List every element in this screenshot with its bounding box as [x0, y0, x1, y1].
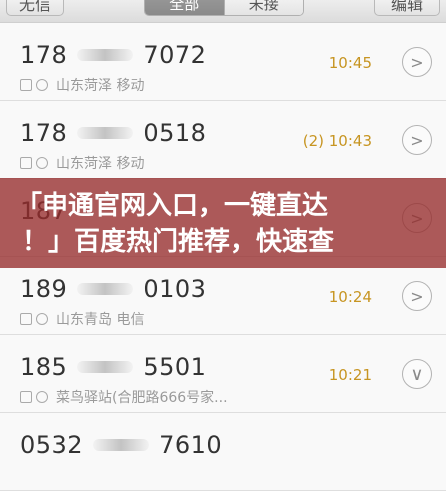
phone-number: 0532 7610	[20, 431, 222, 459]
phone-number: 178 0518	[20, 119, 206, 147]
phone-number: 189 0103	[20, 275, 206, 303]
sim-card-icon	[20, 313, 32, 325]
masked-digits	[77, 283, 134, 295]
promo-banner[interactable]: 「申通官网入口，一键直达 ！」百度热门推荐，快速查	[0, 178, 446, 268]
number-prefix: 178	[20, 119, 68, 147]
call-row[interactable]: 178 7072 山东菏泽 移动 10:45 >	[0, 23, 446, 101]
banner-line-2: ！」百度热门推荐，快速查	[22, 227, 335, 257]
sim-card-icon	[20, 391, 32, 403]
call-meta: 山东菏泽 移动	[20, 75, 144, 95]
number-prefix: 189	[20, 275, 68, 303]
call-meta: 菜鸟驿站(合肥路666号家...	[20, 387, 228, 407]
call-time: (2) 10:43	[302, 132, 372, 150]
sim-card-icon	[20, 79, 32, 91]
number-suffix: 7610	[159, 431, 223, 459]
tab-missed[interactable]: 未接	[223, 0, 303, 15]
top-toolbar: 无信 全部 未接 编辑	[0, 0, 446, 23]
location-icon	[36, 79, 48, 91]
call-row[interactable]: 189 0103 山东青岛 电信 10:24 >	[0, 257, 446, 335]
call-time: 10:45	[328, 54, 372, 72]
chevron-right-icon[interactable]: >	[402, 47, 432, 77]
call-location: 菜鸟驿站(合肥路666号家...	[56, 390, 228, 406]
call-location: 山东菏泽 移动	[56, 156, 145, 172]
call-time: 10:24	[328, 288, 372, 306]
call-time: 10:21	[328, 366, 372, 384]
number-suffix: 0103	[143, 275, 207, 303]
location-icon	[36, 391, 48, 403]
location-icon	[36, 157, 48, 169]
phone-number: 185 5501	[20, 353, 206, 381]
banner-line-1: 「申通官网入口，一键直达	[16, 191, 329, 221]
masked-digits	[77, 127, 134, 139]
edit-button[interactable]: 编辑	[374, 0, 440, 16]
location-icon	[36, 313, 48, 325]
number-suffix: 7072	[143, 41, 207, 69]
call-meta: 山东青岛 电信	[20, 309, 144, 329]
masked-digits	[77, 361, 134, 373]
call-row[interactable]: 178 0518 山东菏泽 移动 (2) 10:43 >	[0, 101, 446, 179]
call-location: 山东青岛 电信	[56, 312, 145, 328]
masked-digits	[93, 439, 150, 451]
call-filter-segmented-control: 全部 未接	[144, 0, 304, 16]
call-location: 山东菏泽 移动	[56, 78, 145, 94]
phone-number: 178 7072	[20, 41, 206, 69]
call-meta: 山东菏泽 移动	[20, 153, 144, 173]
call-row[interactable]: 0532 7610	[0, 413, 446, 491]
chevron-down-icon[interactable]: ∨	[402, 359, 432, 389]
tab-all[interactable]: 全部	[145, 0, 224, 15]
number-suffix: 5501	[143, 353, 207, 381]
chevron-right-icon[interactable]: >	[402, 281, 432, 311]
call-row[interactable]: 185 5501 菜鸟驿站(合肥路666号家... 10:21 ∨	[0, 335, 446, 413]
left-toolbar-button[interactable]: 无信	[6, 0, 64, 16]
number-suffix: 0518	[143, 119, 207, 147]
number-prefix: 0532	[20, 431, 84, 459]
number-prefix: 185	[20, 353, 68, 381]
sim-card-icon	[20, 157, 32, 169]
number-prefix: 178	[20, 41, 68, 69]
masked-digits	[77, 49, 134, 61]
chevron-right-icon[interactable]: >	[402, 125, 432, 155]
